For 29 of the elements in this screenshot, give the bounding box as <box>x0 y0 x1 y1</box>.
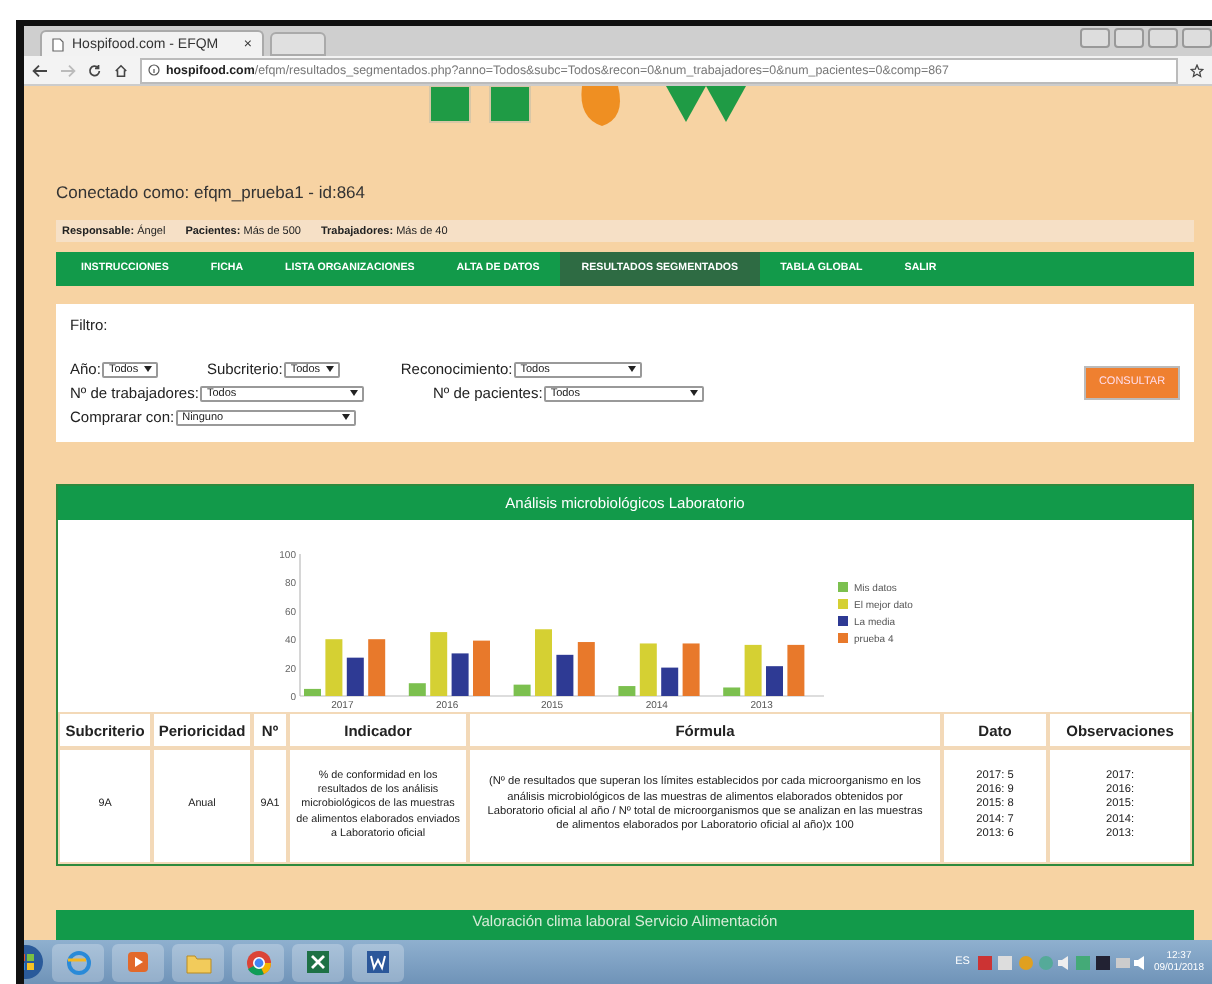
folder-icon <box>185 951 211 973</box>
star-icon[interactable] <box>1190 63 1204 77</box>
connected-user-text: Conectado como: efqm_prueba1 - id:864 <box>56 182 368 205</box>
close-button[interactable] <box>1182 28 1212 48</box>
new-tab-button[interactable] <box>270 32 326 56</box>
info-icon <box>148 64 160 76</box>
caret-icon <box>342 414 351 421</box>
caret-icon <box>144 366 153 373</box>
play-icon <box>126 950 150 974</box>
globe-icon <box>65 949 91 975</box>
taskbar-app[interactable] <box>352 943 404 981</box>
document-icon <box>366 950 390 974</box>
browser-icon <box>245 949 271 975</box>
taskbar-app[interactable] <box>232 943 284 981</box>
spreadsheet-icon <box>306 950 330 974</box>
page-icon <box>52 37 64 51</box>
caret-icon <box>628 366 637 373</box>
forward-icon[interactable] <box>60 63 76 77</box>
tray-icons-drawing[interactable] <box>977 953 1146 971</box>
caret-icon <box>350 390 359 397</box>
maximize-button[interactable] <box>1148 28 1178 48</box>
user-button[interactable] <box>1080 28 1110 48</box>
back-icon[interactable] <box>32 63 48 77</box>
caret-icon <box>326 366 335 373</box>
reload-icon[interactable] <box>88 63 102 77</box>
home-icon[interactable] <box>114 63 128 77</box>
minimize-button[interactable] <box>1114 28 1144 48</box>
taskbar-app[interactable] <box>292 943 344 981</box>
caret-icon <box>690 390 699 397</box>
